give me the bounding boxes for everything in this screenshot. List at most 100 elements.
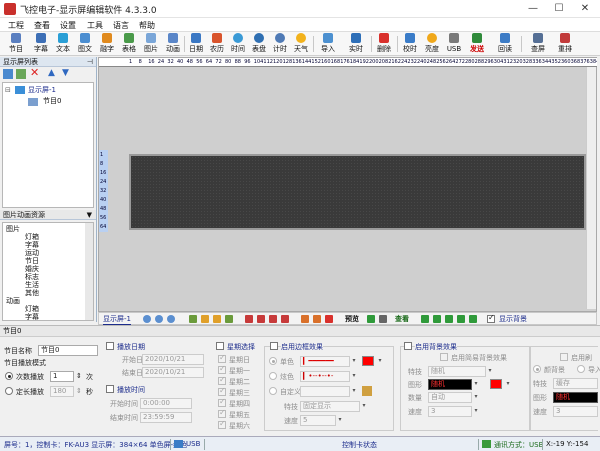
maximize-button[interactable]: ☐ [546, 0, 572, 18]
weekday-checkbox[interactable] [218, 397, 226, 407]
menu-tools[interactable]: 工具 [87, 20, 103, 31]
stop-icon[interactable] [379, 315, 387, 323]
led-display-canvas[interactable] [129, 154, 586, 230]
minimize-button[interactable]: — [520, 0, 546, 18]
readback-button[interactable]: 回读 [493, 33, 517, 55]
border-pattern-dropdown[interactable]: ▾ [350, 356, 358, 366]
border-effect-checkbox[interactable] [270, 342, 278, 350]
time-button[interactable]: 时间 [228, 33, 248, 55]
import-button[interactable]: 导入 [316, 33, 340, 55]
table-button[interactable]: 表格 [119, 33, 139, 55]
background-effect-checkbox[interactable] [404, 342, 412, 350]
start-time-input[interactable]: 0:00:00 [140, 398, 192, 409]
first-icon[interactable] [245, 315, 253, 323]
weekday-checkbox[interactable] [218, 375, 226, 385]
align-width-icon[interactable] [301, 315, 309, 323]
weekday-checkbox[interactable] [218, 386, 226, 396]
right-radio-2[interactable] [577, 365, 585, 373]
right-speed-select[interactable]: 3 [553, 406, 598, 417]
realtime-button[interactable]: 实时 [344, 33, 368, 55]
play-icon[interactable] [367, 315, 375, 323]
count-input[interactable]: 1 [50, 371, 74, 382]
bg-speed-select[interactable]: 3 [428, 406, 472, 417]
resource-scrollbar[interactable] [85, 223, 93, 320]
zoom-in-icon[interactable] [143, 315, 151, 323]
tree-screen-node[interactable]: 显示屏-1 [28, 86, 56, 95]
fullscreen-icon[interactable] [325, 315, 333, 323]
dropdown-icon[interactable]: ▼ [87, 210, 92, 220]
border-color-radio[interactable] [269, 372, 277, 380]
preview-button[interactable]: 预览 [345, 314, 359, 324]
right-radio-1[interactable] [533, 365, 541, 373]
delete-button[interactable]: 删除 [374, 33, 394, 55]
canvas-vscrollbar[interactable] [586, 67, 596, 309]
bg-count-dropdown[interactable]: ▾ [472, 392, 480, 402]
border-speed-select[interactable]: 5 [300, 415, 336, 426]
border-color-dropdown[interactable]: ▾ [376, 356, 384, 366]
zoom-out-icon[interactable] [155, 315, 163, 323]
dial-button[interactable]: 表盘 [249, 33, 269, 55]
find-screen-button[interactable]: 查屏 [526, 33, 550, 55]
imagetext-button[interactable]: 图文 [75, 33, 95, 55]
start-date-input[interactable]: 2020/10/21 [142, 354, 204, 365]
send-button[interactable]: 发送 [466, 33, 488, 55]
first-page-icon[interactable] [421, 315, 429, 323]
weekday-checkbox[interactable] [218, 353, 226, 363]
brightness-button[interactable]: 亮度 [422, 33, 442, 55]
last-page-icon[interactable] [457, 315, 465, 323]
bg-speed-dropdown[interactable]: ▾ [472, 406, 480, 416]
add-screen-icon[interactable] [3, 69, 13, 79]
bg-shape-dropdown[interactable]: ▾ [472, 379, 480, 389]
menu-settings[interactable]: 设置 [60, 20, 76, 31]
weather-button[interactable]: 天气 [291, 33, 311, 55]
week-select-checkbox[interactable] [216, 342, 224, 350]
border-color-pattern-dropdown[interactable]: ▾ [350, 371, 358, 381]
right-effect-checkbox[interactable] [560, 353, 568, 361]
resource-item[interactable]: 字幕 [25, 313, 39, 320]
count-spin-icon[interactable]: ⇕ [76, 372, 82, 380]
border-custom-dropdown[interactable]: ▾ [350, 386, 358, 396]
prev-icon[interactable] [257, 315, 265, 323]
next-icon[interactable] [269, 315, 277, 323]
last-icon[interactable] [281, 315, 289, 323]
border-speed-dropdown[interactable]: ▾ [336, 415, 344, 425]
play-date-checkbox[interactable] [106, 342, 114, 350]
menu-project[interactable]: 工程 [8, 20, 24, 31]
rearrange-button[interactable]: 重排 [555, 33, 575, 55]
arrow-down-icon[interactable] [213, 315, 221, 323]
arrow-up-icon[interactable] [201, 315, 209, 323]
bg-effect-dropdown[interactable]: ▾ [486, 366, 494, 376]
move-down-icon[interactable]: ▼ [62, 68, 69, 78]
date-button[interactable]: 日期 [186, 33, 206, 55]
right-effect-select[interactable]: 缓存 [553, 378, 598, 389]
weekday-checkbox[interactable] [218, 419, 226, 429]
text-button[interactable]: 文本 [53, 33, 73, 55]
border-effect-select[interactable]: 固定显示 [300, 401, 360, 412]
usb-button[interactable]: USB [444, 33, 464, 55]
close-button[interactable]: ✕ [572, 0, 598, 18]
arrow-left-icon[interactable] [189, 315, 197, 323]
pin-icon[interactable]: ⊣ [87, 57, 93, 67]
weekday-checkbox[interactable] [218, 408, 226, 418]
colorful-text-button[interactable]: 融字 [97, 33, 117, 55]
prev-page-icon[interactable] [433, 315, 441, 323]
sync-time-button[interactable]: 校时 [400, 33, 420, 55]
bg-color-dropdown[interactable]: ▾ [504, 379, 512, 389]
simple-bg-checkbox[interactable] [440, 353, 448, 361]
bg-color-swatch[interactable] [490, 379, 502, 389]
border-custom-input[interactable] [300, 386, 350, 397]
menu-language[interactable]: 语言 [113, 20, 129, 31]
right-shape-select[interactable]: 随机 [553, 392, 598, 403]
animation-button[interactable]: 动画 [163, 33, 183, 55]
border-single-radio[interactable] [269, 357, 277, 365]
border-effect-dropdown[interactable]: ▾ [360, 401, 368, 411]
resource-category[interactable]: 动画 [6, 297, 20, 306]
border-color-swatch[interactable] [362, 356, 374, 366]
count-play-radio[interactable] [5, 372, 13, 380]
timer-button[interactable]: 计时 [270, 33, 290, 55]
add-program-icon[interactable] [16, 69, 26, 79]
border-color-pattern[interactable]: ▎•‑‑•‑‑•‑ [300, 371, 350, 382]
subtitle-button[interactable]: 字幕 [31, 33, 51, 55]
picture-button[interactable]: 图片 [141, 33, 161, 55]
view-button[interactable]: 查看 [395, 314, 409, 324]
